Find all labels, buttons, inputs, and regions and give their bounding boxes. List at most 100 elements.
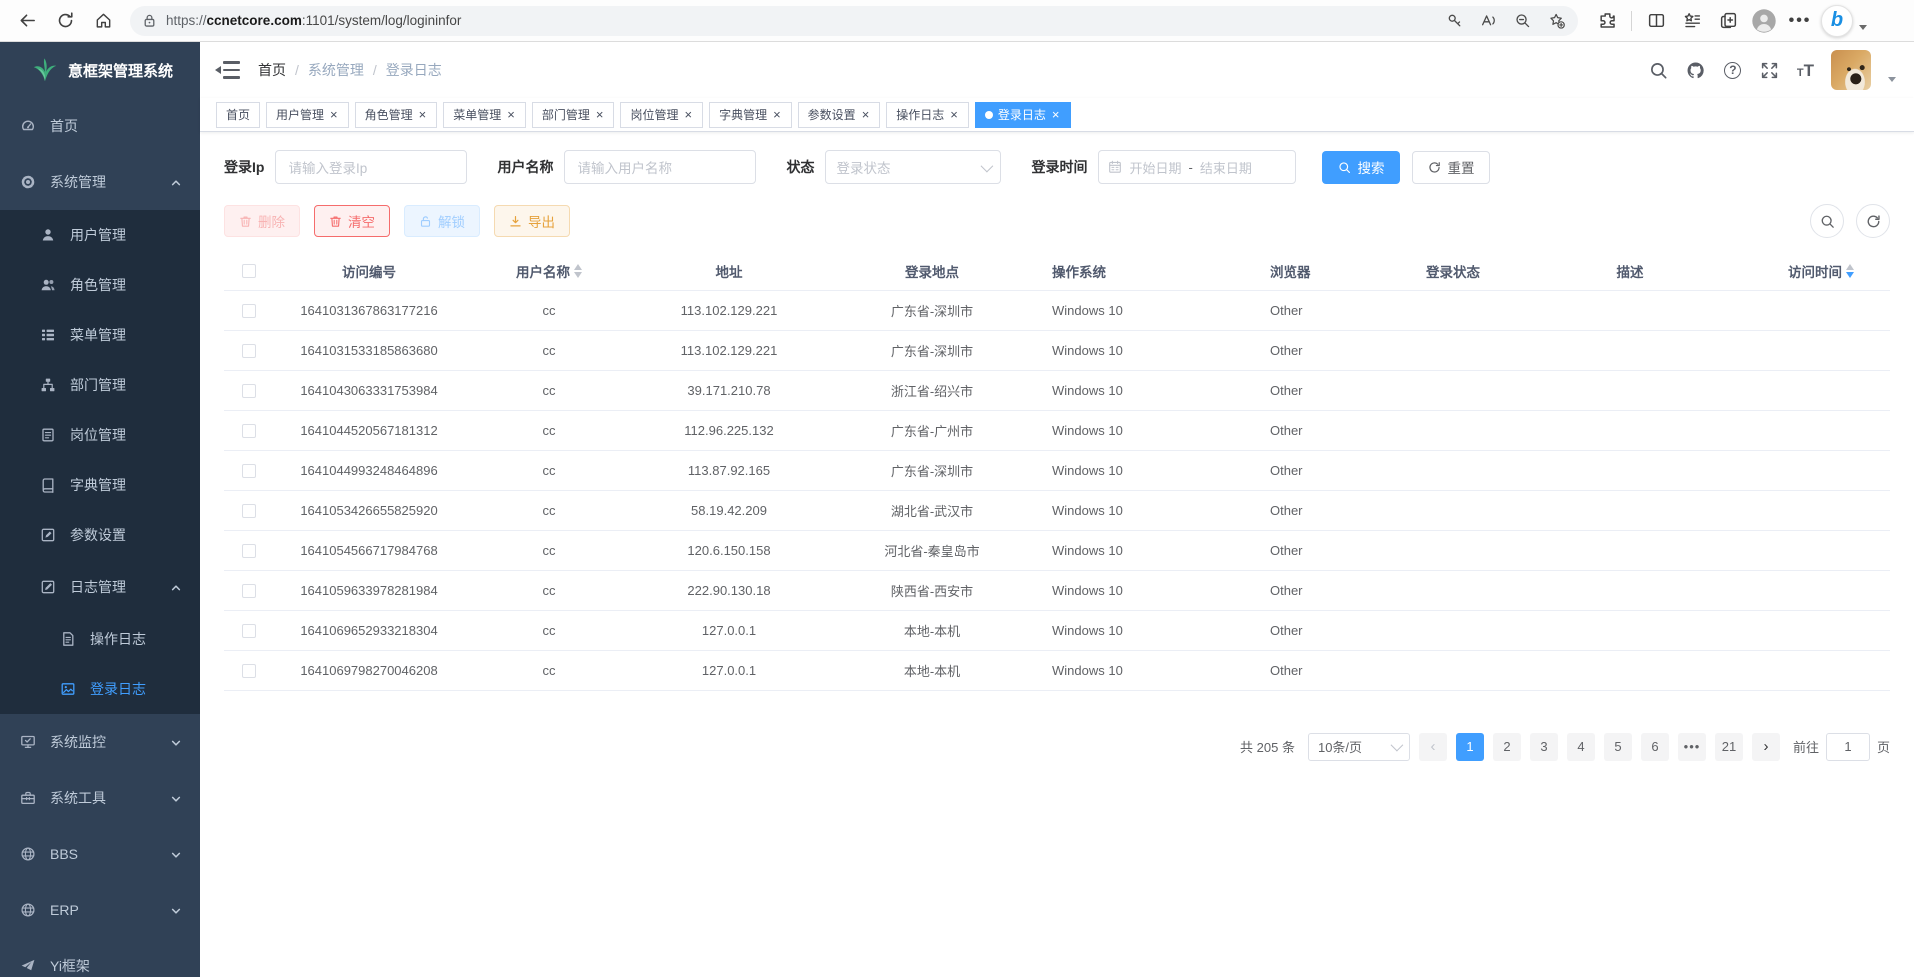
- sort-asc-icon[interactable]: [1846, 264, 1854, 270]
- sidebar-item-日志管理[interactable]: 日志管理: [0, 560, 200, 614]
- key-icon[interactable]: [1440, 7, 1468, 35]
- zoom-out-icon[interactable]: [1508, 7, 1536, 35]
- row-checkbox[interactable]: [242, 664, 256, 678]
- row-checkbox[interactable]: [242, 384, 256, 398]
- table-row[interactable]: 1641044520567181312cc112.96.225.132广东省-广…: [224, 410, 1890, 450]
- tab-岗位管理[interactable]: 岗位管理×: [620, 102, 703, 128]
- bing-chat-icon[interactable]: b: [1821, 5, 1853, 37]
- url-text[interactable]: https://ccnetcore.com:1101/system/log/lo…: [166, 13, 1440, 28]
- sidebar-item-系统工具[interactable]: 系统工具: [0, 770, 200, 826]
- sidebar-item-部门管理[interactable]: 部门管理: [0, 360, 200, 410]
- sidebar-item-登录日志[interactable]: 登录日志: [0, 664, 200, 714]
- tab-用户管理[interactable]: 用户管理×: [266, 102, 349, 128]
- breadcrumb-item[interactable]: 首页: [258, 60, 286, 80]
- tab-字典管理[interactable]: 字典管理×: [709, 102, 792, 128]
- prev-page-button[interactable]: ‹: [1419, 733, 1447, 761]
- row-checkbox[interactable]: [242, 304, 256, 318]
- table-row[interactable]: 1641054566717984768cc120.6.150.158河北省-秦皇…: [224, 530, 1890, 570]
- table-row[interactable]: 1641043063331753984cc39.171.210.78浙江省-绍兴…: [224, 370, 1890, 410]
- collections-icon[interactable]: [1675, 4, 1709, 38]
- row-checkbox[interactable]: [242, 624, 256, 638]
- table-row[interactable]: 1641031533185863680cc113.102.129.221广东省-…: [224, 330, 1890, 370]
- sidebar-item-参数设置[interactable]: 参数设置: [0, 510, 200, 560]
- tab-操作日志[interactable]: 操作日志×: [886, 102, 969, 128]
- page-button-21[interactable]: 21: [1715, 733, 1743, 761]
- sidebar-item-岗位管理[interactable]: 岗位管理: [0, 410, 200, 460]
- sidebar-item-系统管理[interactable]: 系统管理: [0, 154, 200, 210]
- hamburger-icon[interactable]: [218, 61, 240, 79]
- refresh-table-button[interactable]: [1856, 204, 1890, 238]
- pager-ellipsis[interactable]: •••: [1678, 733, 1706, 761]
- user-name-input[interactable]: 请输入用户名称: [564, 150, 756, 184]
- sidebar-item-角色管理[interactable]: 角色管理: [0, 260, 200, 310]
- sidebar-item-操作日志[interactable]: 操作日志: [0, 614, 200, 664]
- delete-button[interactable]: 删除: [224, 205, 300, 237]
- column-header-用户名称[interactable]: 用户名称: [464, 252, 634, 290]
- reset-button[interactable]: 重置: [1412, 151, 1490, 184]
- page-button-2[interactable]: 2: [1493, 733, 1521, 761]
- profile-icon[interactable]: [1747, 4, 1781, 38]
- search-icon[interactable]: [1649, 60, 1669, 80]
- sidebar-item-字典管理[interactable]: 字典管理: [0, 460, 200, 510]
- close-icon[interactable]: ×: [329, 108, 339, 121]
- add-favorite-icon[interactable]: [1542, 7, 1570, 35]
- close-icon[interactable]: ×: [506, 108, 516, 121]
- row-checkbox[interactable]: [242, 584, 256, 598]
- sidebar-item-Yi框架[interactable]: Yi框架: [0, 938, 200, 977]
- row-checkbox[interactable]: [242, 544, 256, 558]
- tab-菜单管理[interactable]: 菜单管理×: [443, 102, 526, 128]
- row-checkbox[interactable]: [242, 424, 256, 438]
- back-icon[interactable]: [10, 4, 44, 38]
- read-aloud-icon[interactable]: [1474, 7, 1502, 35]
- page-button-3[interactable]: 3: [1530, 733, 1558, 761]
- select-all-checkbox[interactable]: [242, 264, 256, 278]
- github-icon[interactable]: [1686, 60, 1706, 80]
- tab-登录日志[interactable]: 登录日志×: [975, 102, 1071, 128]
- table-row[interactable]: 1641044993248464896cc113.87.92.165广东省-深圳…: [224, 450, 1890, 490]
- font-size-icon[interactable]: TT: [1797, 62, 1814, 79]
- sidebar-item-用户管理[interactable]: 用户管理: [0, 210, 200, 260]
- page-button-5[interactable]: 5: [1604, 733, 1632, 761]
- column-header-访问时间[interactable]: 访问时间: [1752, 252, 1890, 290]
- extensions-icon[interactable]: [1590, 4, 1624, 38]
- close-icon[interactable]: ×: [949, 108, 959, 121]
- page-button-1[interactable]: 1: [1456, 733, 1484, 761]
- table-row[interactable]: 1641053426655825920cc58.19.42.209湖北省-武汉市…: [224, 490, 1890, 530]
- close-icon[interactable]: ×: [683, 108, 693, 121]
- unlock-button[interactable]: 解锁: [404, 205, 480, 237]
- table-row[interactable]: 1641069798270046208cc127.0.0.1本地-本机Windo…: [224, 650, 1890, 690]
- status-select[interactable]: 登录状态: [825, 150, 1001, 184]
- bing-caret-icon[interactable]: [1859, 25, 1867, 30]
- tab-参数设置[interactable]: 参数设置×: [798, 102, 881, 128]
- sidebar-item-首页[interactable]: 首页: [0, 98, 200, 154]
- table-row[interactable]: 1641069652933218304cc127.0.0.1本地-本机Windo…: [224, 610, 1890, 650]
- sort-asc-icon[interactable]: [574, 264, 582, 270]
- tab-首页[interactable]: 首页: [216, 102, 260, 128]
- more-icon[interactable]: •••: [1783, 4, 1817, 38]
- app-logo[interactable]: 意框架管理系统: [0, 42, 200, 98]
- sidebar-item-菜单管理[interactable]: 菜单管理: [0, 310, 200, 360]
- page-size-select[interactable]: 10条/页: [1308, 733, 1410, 761]
- help-icon[interactable]: ?: [1723, 60, 1743, 80]
- row-checkbox[interactable]: [242, 504, 256, 518]
- user-avatar[interactable]: [1831, 50, 1871, 90]
- user-menu-caret-icon[interactable]: [1888, 77, 1896, 82]
- close-icon[interactable]: ×: [1051, 108, 1061, 121]
- tab-角色管理[interactable]: 角色管理×: [355, 102, 438, 128]
- address-bar[interactable]: https://ccnetcore.com:1101/system/log/lo…: [130, 6, 1578, 36]
- table-row[interactable]: 1641031367863177216cc113.102.129.221广东省-…: [224, 290, 1890, 330]
- tab-actions-icon[interactable]: [1711, 4, 1745, 38]
- close-icon[interactable]: ×: [861, 108, 871, 121]
- tab-部门管理[interactable]: 部门管理×: [532, 102, 615, 128]
- sort-desc-icon[interactable]: [1846, 272, 1854, 278]
- reload-icon[interactable]: [48, 4, 82, 38]
- sort-desc-icon[interactable]: [574, 272, 582, 278]
- sort-carets-icon[interactable]: [1846, 264, 1854, 278]
- sidebar-item-ERP[interactable]: ERP: [0, 882, 200, 938]
- table-row[interactable]: 1641059633978281984cc222.90.130.18陕西省-西安…: [224, 570, 1890, 610]
- split-screen-icon[interactable]: [1639, 4, 1673, 38]
- page-button-6[interactable]: 6: [1641, 733, 1669, 761]
- sidebar-item-BBS[interactable]: BBS: [0, 826, 200, 882]
- page-button-4[interactable]: 4: [1567, 733, 1595, 761]
- fullscreen-icon[interactable]: [1760, 60, 1780, 80]
